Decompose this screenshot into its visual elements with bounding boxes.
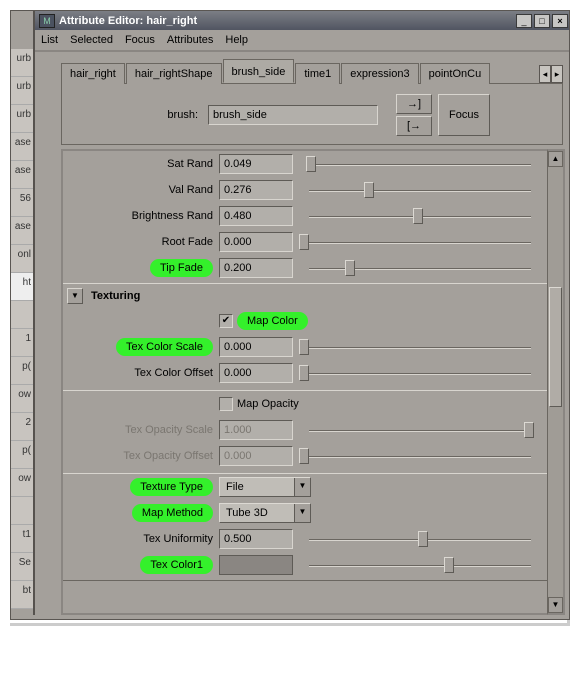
val-rand-label: Val Rand (67, 184, 213, 196)
sat-rand-slider[interactable] (299, 154, 541, 174)
map-method-dropdown[interactable]: Tube 3D ▼ (219, 503, 311, 523)
tab-brush-side[interactable]: brush_side (223, 59, 295, 83)
nav-in-button[interactable]: →] (396, 94, 432, 114)
tab-hair-right-shape[interactable]: hair_rightShape (126, 63, 222, 84)
outliner-fragment (11, 301, 33, 329)
outliner-fragment: ht (11, 273, 33, 301)
scroll-up-button[interactable]: ▲ (548, 151, 563, 167)
brightness-rand-field[interactable] (219, 206, 293, 226)
outliner-fragment: ase (11, 161, 33, 189)
tip-fade-field[interactable] (219, 258, 293, 278)
attribute-panel: Sat Rand Val Rand Brightness Rand (61, 149, 547, 615)
root-fade-label: Root Fade (67, 236, 213, 248)
map-color-label: Map Color (237, 312, 308, 330)
node-name-field[interactable] (208, 105, 378, 125)
tex-opacity-scale-label: Tex Opacity Scale (67, 424, 213, 436)
chevron-down-icon: ▼ (294, 504, 310, 522)
texturing-section-label: Texturing (91, 290, 140, 302)
menu-attributes[interactable]: Attributes (167, 34, 213, 46)
tab-scroll-right[interactable]: ▸ (551, 65, 563, 83)
outliner-fragment: 56 (11, 189, 33, 217)
outliner-fragment: urb (11, 77, 33, 105)
outliner-fragment: ase (11, 217, 33, 245)
tex-uniformity-label: Tex Uniformity (67, 533, 213, 545)
root-fade-slider[interactable] (299, 232, 541, 252)
outliner-fragment: bt (11, 581, 33, 609)
map-color-checkbox[interactable]: ✔ (219, 314, 233, 328)
tex-opacity-offset-label: Tex Opacity Offset (67, 450, 213, 462)
menu-focus-menu[interactable]: Focus (125, 34, 155, 46)
menu-bar: List Selected Focus Attributes Help (35, 30, 569, 52)
menu-help[interactable]: Help (225, 34, 248, 46)
texture-type-dropdown[interactable]: File ▼ (219, 477, 311, 497)
tex-color1-slider[interactable] (299, 555, 541, 575)
tex-color-offset-slider[interactable] (299, 363, 541, 383)
outliner-fragment: urb (11, 49, 33, 77)
vertical-scrollbar[interactable]: ▲ ▼ (547, 149, 565, 615)
brightness-rand-slider[interactable] (299, 206, 541, 226)
tex-color1-swatch[interactable] (219, 555, 293, 575)
outliner-fragment: t1 (11, 525, 33, 553)
outliner-fragment: p( (11, 357, 33, 385)
tab-expression3[interactable]: expression3 (341, 63, 418, 84)
tex-opacity-scale-slider (299, 420, 541, 440)
outliner-fragment: onl (11, 245, 33, 273)
tex-opacity-offset-slider (299, 446, 541, 466)
scroll-thumb[interactable] (549, 287, 562, 407)
node-header: brush: →] [→ Focus (61, 84, 563, 145)
tab-point-on-curve[interactable]: pointOnCu (420, 63, 491, 84)
brush-label: brush: (68, 109, 198, 121)
title-bar: M Attribute Editor: hair_right _ □ × (35, 11, 569, 30)
outliner-fragment: ow (11, 385, 33, 413)
outliner-fragment: ase (11, 133, 33, 161)
outliner-fragment: urb (11, 105, 33, 133)
val-rand-slider[interactable] (299, 180, 541, 200)
outliner-fragment: 1 (11, 329, 33, 357)
tip-fade-slider[interactable] (299, 258, 541, 278)
menu-selected[interactable]: Selected (70, 34, 113, 46)
tab-hair-right[interactable]: hair_right (61, 63, 125, 84)
texturing-collapse-toggle[interactable]: ▼ (67, 288, 83, 304)
tex-opacity-scale-field (219, 420, 293, 440)
window-title: Attribute Editor: hair_right (59, 15, 197, 27)
sat-rand-label: Sat Rand (67, 158, 213, 170)
outliner-fragment: 2 (11, 413, 33, 441)
tex-color-scale-slider[interactable] (299, 337, 541, 357)
texture-type-label: Texture Type (130, 478, 213, 496)
minimize-button[interactable]: _ (516, 14, 532, 28)
tex-uniformity-slider[interactable] (299, 529, 541, 549)
tex-color-offset-field[interactable] (219, 363, 293, 383)
outliner-fragment (11, 497, 33, 525)
tex-color-scale-field[interactable] (219, 337, 293, 357)
tip-fade-label: Tip Fade (150, 259, 213, 277)
map-opacity-label: Map Opacity (237, 398, 299, 410)
tex-opacity-offset-field (219, 446, 293, 466)
outliner-fragment: p( (11, 441, 33, 469)
tab-bar: hair_right hair_rightShape brush_side ti… (61, 60, 563, 84)
outliner-fragment: Se (11, 553, 33, 581)
tex-uniformity-field[interactable] (219, 529, 293, 549)
tab-scroll-left[interactable]: ◂ (539, 65, 551, 83)
brightness-rand-label: Brightness Rand (67, 210, 213, 222)
root-fade-field[interactable] (219, 232, 293, 252)
tex-color-scale-label: Tex Color Scale (116, 338, 213, 356)
menu-list[interactable]: List (41, 34, 58, 46)
scroll-down-button[interactable]: ▼ (548, 597, 563, 613)
val-rand-field[interactable] (219, 180, 293, 200)
chevron-down-icon: ▼ (294, 478, 310, 496)
outliner-fragment: ow (11, 469, 33, 497)
map-method-value: Tube 3D (226, 507, 268, 519)
map-opacity-checkbox[interactable] (219, 397, 233, 411)
maximize-button[interactable]: □ (534, 14, 550, 28)
focus-button[interactable]: Focus (438, 94, 490, 136)
app-logo-icon: M (39, 14, 55, 28)
map-method-label: Map Method (132, 504, 213, 522)
sat-rand-field[interactable] (219, 154, 293, 174)
tab-time1[interactable]: time1 (295, 63, 340, 84)
tex-color1-label: Tex Color1 (140, 556, 213, 574)
tex-color-offset-label: Tex Color Offset (67, 367, 213, 379)
nav-out-button[interactable]: [→ (396, 116, 432, 136)
close-button[interactable]: × (552, 14, 568, 28)
texture-type-value: File (226, 481, 244, 493)
